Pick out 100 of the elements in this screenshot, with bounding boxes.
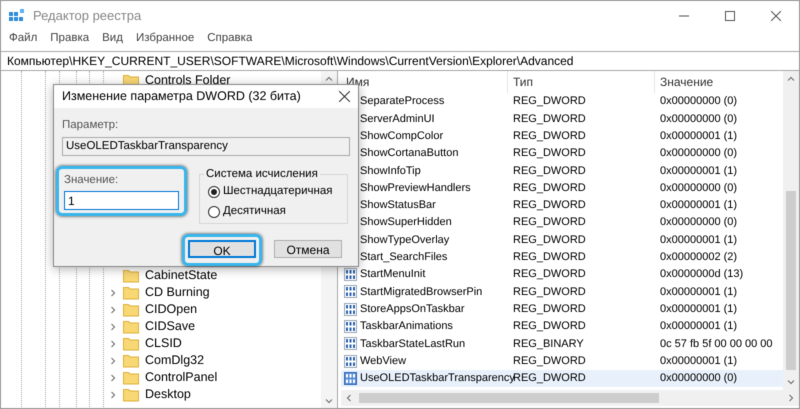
value-type: REG_DWORD — [512, 146, 587, 162]
value-type: REG_DWORD — [512, 94, 587, 110]
radio-button[interactable] — [208, 206, 220, 218]
chevron-right-icon[interactable] — [109, 390, 117, 398]
chevron-up-icon[interactable] — [787, 75, 795, 83]
chevron-right-icon[interactable] — [109, 306, 117, 314]
value-data: 0x00000000 (0) — [659, 112, 738, 127]
registry-row[interactable]: UseOLEDTaskbarTransparencyREG_DWORD 0x00000000 (0) — [341, 370, 783, 388]
value-data: 0x00000001 (1) — [659, 128, 738, 144]
binary-value-icon — [344, 268, 357, 282]
value-data: 0x00000001 (1) — [659, 232, 738, 248]
tree-item[interactable]: CIDSave — [145, 317, 196, 336]
value-data: 0x00000001 (1) — [659, 284, 738, 300]
menu-item[interactable]: Файл — [9, 30, 38, 48]
value-type: REG_DWORD — [512, 319, 587, 334]
binary-value-icon — [344, 320, 357, 333]
radio-button[interactable] — [208, 186, 220, 198]
value-name: ShowInfoTip — [360, 164, 421, 179]
binary-value-icon — [344, 337, 357, 350]
close-icon[interactable] — [771, 11, 781, 21]
value-type: REG_DWORD — [512, 354, 587, 369]
column-header[interactable]: Значение — [655, 71, 780, 93]
chevron-up-icon[interactable] — [325, 75, 333, 83]
value-name: TaskbarAnimations — [360, 319, 453, 334]
tree-item[interactable]: CabinetState — [145, 266, 218, 285]
dialog-title: Изменение параметра DWORD (32 бита) — [62, 88, 302, 105]
value-data: 0x00000002 (2) — [659, 250, 738, 266]
value-data: 0x00000001 (1) — [659, 302, 738, 317]
chevron-right-icon[interactable] — [109, 288, 117, 296]
field-label: Значение: — [64, 173, 120, 188]
tree-item[interactable]: Desktop — [145, 385, 191, 404]
value-data: 0x0000000d (13) — [659, 267, 744, 282]
chevron-right-icon[interactable] — [109, 356, 117, 364]
maximize-icon[interactable] — [725, 11, 735, 21]
value-data: 0x00000000 (0) — [659, 94, 738, 110]
registry-row[interactable]: TaskbarAnimations REG_DWORD 0x00000001 (1) — [341, 318, 783, 336]
value-type: REG_DWORD — [512, 164, 587, 179]
radio-option[interactable]: Десятичная — [208, 203, 347, 220]
dialog-button[interactable]: OK — [188, 240, 256, 258]
registry-row[interactable]: StartMenuInit REG_DWORD 0x0000000d (13) — [341, 266, 783, 284]
column-header[interactable]: Тип — [508, 71, 655, 93]
value-type: REG_DWORD — [512, 232, 587, 248]
value-data: 0x00000001 (1) — [659, 198, 738, 214]
value-data: 0x00000000 (0) — [659, 180, 738, 196]
radio-option[interactable]: Шестнадцатеричная — [208, 183, 347, 200]
horizontal-scrollbar[interactable] — [341, 390, 799, 406]
tree-item[interactable]: CLSID — [145, 334, 182, 353]
value-name: ShowCortanaButton — [360, 146, 458, 162]
chevron-down-icon[interactable] — [787, 378, 795, 386]
value-type: REG_DWORD — [512, 250, 587, 266]
value-type: REG_DWORD — [512, 112, 587, 127]
tree-item[interactable]: CD Burning — [145, 283, 210, 302]
value-data: 0c 57 fb 5f 00 00 00 00 — [659, 336, 774, 352]
value-name: Start_SearchFiles — [360, 250, 448, 266]
value-data: 0x00000000 (0) — [659, 371, 738, 386]
value-type: REG_BINARY — [512, 336, 585, 352]
value-name: StartMenuInit — [360, 267, 426, 282]
value-data: 0x00000000 (0) — [659, 215, 738, 230]
value-input[interactable]: 1 — [64, 191, 179, 210]
value-name: TaskbarStateLastRun — [360, 336, 466, 352]
value-type: REG_DWORD — [512, 267, 587, 282]
chevron-right-icon[interactable] — [787, 394, 795, 402]
value-type: REG_DWORD — [512, 215, 587, 230]
menu-item[interactable]: Справка — [207, 30, 252, 48]
registry-row[interactable]: WebView REG_DWORD 0x00000001 (1) — [341, 352, 783, 370]
value-type: REG_DWORD — [512, 284, 587, 300]
menu-item[interactable]: Правка — [50, 30, 90, 48]
chevron-right-icon[interactable] — [109, 374, 117, 382]
close-icon[interactable] — [339, 90, 350, 102]
registry-row[interactable]: StartMigratedBrowserPin REG_DWORD 0x00000001 (1) — [341, 283, 783, 301]
value-name: ShowStatusBar — [360, 198, 436, 214]
registry-app-icon — [9, 9, 25, 23]
registry-row[interactable]: TaskbarStateLastRun REG_BINARY 0c 57 fb 5f 00 00 00 00 — [341, 335, 783, 352]
field-label: Параметр: — [62, 118, 120, 133]
chevron-right-icon[interactable] — [109, 322, 117, 330]
registry-row[interactable]: StoreAppsOnTaskbar REG_DWORD 0x00000001 (1) — [341, 300, 783, 318]
value-name: ShowCompColor — [360, 128, 444, 144]
tree-item[interactable]: CIDOpen — [145, 300, 198, 319]
vertical-scrollbar[interactable] — [783, 71, 799, 390]
menu-item[interactable]: Избранное — [136, 30, 194, 48]
window-title: Редактор реестра — [33, 7, 142, 26]
chevron-down-icon[interactable] — [325, 397, 333, 405]
menu-item[interactable]: Вид — [102, 30, 123, 48]
value-name: StartMigratedBrowserPin — [360, 284, 482, 300]
value-name: ShowSuperHidden — [360, 215, 452, 230]
value-data: 0x00000001 (1) — [659, 354, 738, 369]
value-type: REG_DWORD — [512, 128, 587, 144]
value-type: REG_DWORD — [512, 198, 587, 214]
binary-value-icon — [344, 302, 357, 316]
value-name: ShowTypeOverlay — [360, 232, 450, 248]
chevron-right-icon[interactable] — [109, 340, 117, 348]
tree-item[interactable]: ComDlg32 — [145, 351, 204, 370]
tree-item[interactable]: ControlPanel — [145, 368, 218, 387]
address-field[interactable]: Компьютер\HKEY_CURRENT_USER\SOFTWARE\Microsoft\Windows\CurrentVersion\Explorer\Advanced — [1, 51, 799, 71]
dialog-button[interactable]: Отмена — [274, 240, 342, 258]
value-data: 0x00000000 (0) — [659, 146, 738, 162]
value-name: SeparateProcess — [360, 94, 444, 110]
binary-value-icon — [344, 285, 357, 298]
chevron-left-icon[interactable] — [345, 394, 353, 402]
value-type: REG_DWORD — [512, 302, 587, 317]
